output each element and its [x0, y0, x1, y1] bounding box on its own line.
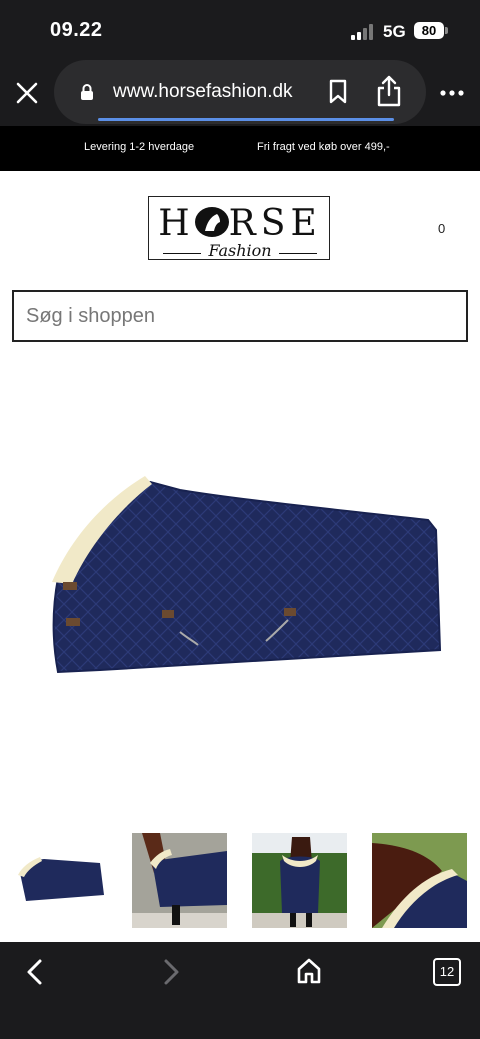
logo-subtitle: Fashion: [208, 241, 272, 260]
bookmark-icon[interactable]: [328, 79, 348, 105]
page-load-progress: [98, 118, 394, 121]
home-icon[interactable]: [296, 957, 322, 985]
browser-toolbar: www.horsefashion.dk: [0, 60, 480, 126]
logo-letters-rse: RSE: [228, 203, 322, 244]
browser-bottom-bar: 12: [0, 942, 480, 1039]
promo-free-shipping: Fri fragt ved køb over 499,-: [257, 141, 390, 153]
product-thumbnail-4[interactable]: [372, 833, 467, 928]
product-image[interactable]: [40, 460, 450, 690]
search-input[interactable]: [12, 290, 468, 342]
logo-letter-h: H: [158, 203, 195, 244]
logo-rule-right: [279, 253, 317, 254]
share-icon[interactable]: [376, 75, 402, 107]
lock-icon: [81, 84, 93, 100]
promo-bar: Levering 1-2 hverdage Fri fragt ved køb …: [0, 126, 480, 171]
signal-icon: [351, 24, 375, 40]
horse-head-icon: [194, 207, 229, 237]
tabs-icon[interactable]: 12: [433, 958, 461, 986]
status-time: 09.22: [50, 19, 103, 41]
more-icon[interactable]: [440, 89, 464, 97]
close-icon[interactable]: [14, 80, 40, 106]
battery-icon: 80: [414, 22, 444, 39]
product-thumbnail-1[interactable]: [12, 833, 107, 928]
promo-delivery: Levering 1-2 hverdage: [84, 141, 195, 153]
product-thumbnail-3[interactable]: [252, 833, 347, 928]
status-bar: 09.22 5G 80: [0, 0, 480, 60]
site-logo[interactable]: H RSE Fashion: [148, 196, 330, 260]
forward-icon[interactable]: [160, 958, 182, 986]
battery-tip: [445, 27, 448, 34]
url-text[interactable]: www.horsefashion.dk: [113, 81, 293, 103]
logo-wordmark: H RSE: [149, 203, 331, 244]
back-icon[interactable]: [24, 958, 46, 986]
product-thumbnail-2[interactable]: [132, 833, 227, 928]
address-bar[interactable]: www.horsefashion.dk: [54, 60, 426, 124]
network-type: 5G: [383, 22, 406, 41]
cart-count[interactable]: 0: [438, 221, 445, 236]
